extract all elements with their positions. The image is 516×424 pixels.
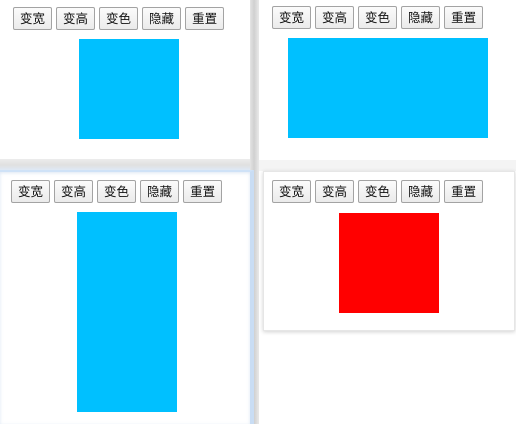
reset-button[interactable]: 重置 [183, 180, 223, 203]
demo-box [79, 39, 179, 139]
recolor-button[interactable]: 变色 [97, 180, 137, 203]
demo-box [339, 213, 439, 313]
button-toolbar: 变宽 变高 变色 隐藏 重置 [272, 6, 484, 29]
demo-panel-default: 变宽 变高 变色 隐藏 重置 [0, 0, 250, 159]
widen-button[interactable]: 变宽 [11, 180, 51, 203]
reset-button[interactable]: 重置 [444, 6, 484, 29]
heighten-button[interactable]: 变高 [56, 7, 96, 30]
hide-button[interactable]: 隐藏 [142, 7, 182, 30]
button-toolbar: 变宽 变高 变色 隐藏 重置 [13, 7, 225, 30]
demo-box [288, 38, 488, 138]
button-toolbar: 变宽 变高 变色 隐藏 重置 [272, 180, 484, 203]
hide-button[interactable]: 隐藏 [401, 180, 441, 203]
widen-button[interactable]: 变宽 [13, 7, 53, 30]
widen-button[interactable]: 变宽 [272, 6, 312, 29]
demo-panel-heightened: 变宽 变高 变色 隐藏 重置 [0, 170, 254, 424]
button-toolbar: 变宽 变高 变色 隐藏 重置 [11, 180, 223, 203]
widen-button[interactable]: 变宽 [272, 180, 312, 203]
hide-button[interactable]: 隐藏 [401, 6, 441, 29]
demo-box [77, 212, 177, 412]
horizontal-divider-right [259, 160, 516, 171]
recolor-button[interactable]: 变色 [358, 6, 398, 29]
heighten-button[interactable]: 变高 [315, 180, 355, 203]
heighten-button[interactable]: 变高 [54, 180, 94, 203]
hide-button[interactable]: 隐藏 [140, 180, 180, 203]
heighten-button[interactable]: 变高 [315, 6, 355, 29]
reset-button[interactable]: 重置 [444, 180, 484, 203]
recolor-button[interactable]: 变色 [358, 180, 398, 203]
demo-panel-widened: 变宽 变高 变色 隐藏 重置 [259, 0, 516, 160]
demo-panel-recolored: 变宽 变高 变色 隐藏 重置 [263, 171, 515, 331]
horizontal-divider-left [0, 159, 250, 170]
reset-button[interactable]: 重置 [185, 7, 225, 30]
recolor-button[interactable]: 变色 [99, 7, 139, 30]
